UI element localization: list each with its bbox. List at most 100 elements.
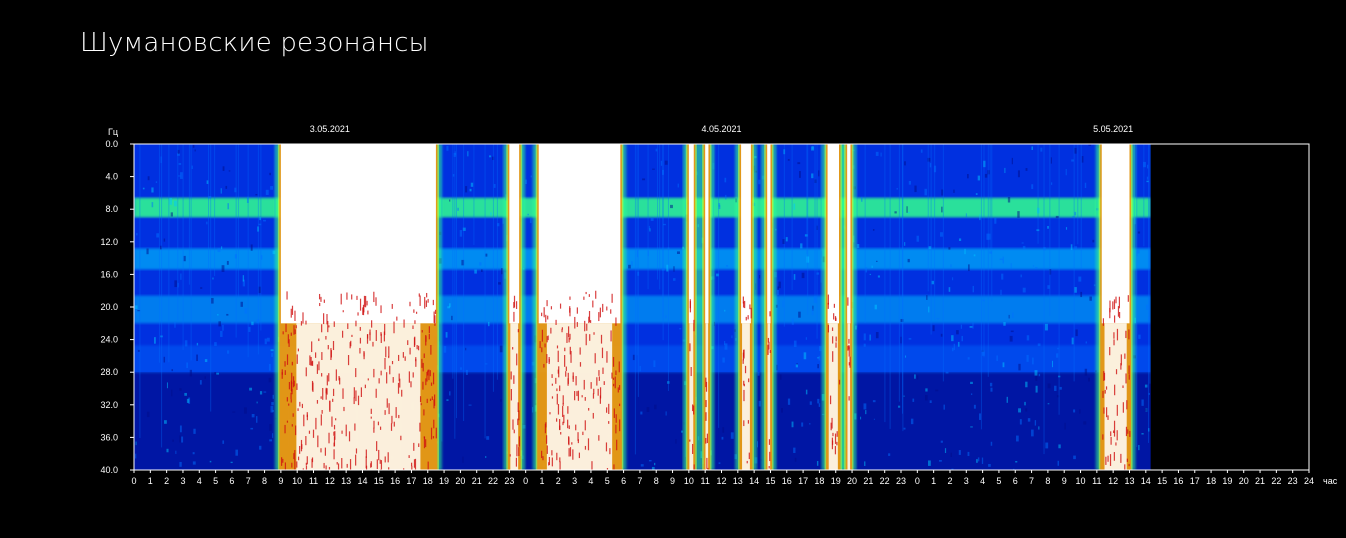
spectrum-speckle [1027,418,1031,422]
burst-speckle [302,312,304,324]
spectrum-speckle [1018,363,1021,371]
burst-speckle [565,371,567,377]
spectrum-speckle [968,264,970,272]
spectrum-speckle [1084,368,1088,376]
spectrum-streak [237,144,239,298]
spectrum-speckle [950,452,953,457]
burst-speckle [359,326,361,331]
spectrum-speckle [1040,147,1043,152]
burst-speckle [393,321,395,334]
burst-speckle [848,396,850,401]
burst-speckle [615,414,617,423]
burst-speckle [290,308,292,318]
burst-speckle [557,350,559,363]
spectrum-speckle [1064,422,1066,430]
burst-speckle [749,304,751,310]
burst-speckle [422,362,424,372]
spectrum-speckle [171,389,173,397]
burst-speckle [1113,299,1116,310]
spectrum-speckle [871,265,873,268]
burst-speckle [1107,415,1109,420]
burst-speckle [408,455,410,458]
burst-speckle [321,352,323,361]
date-label: 3.05.2021 [310,124,350,134]
spectrum-speckle [724,177,727,183]
spectrum-speckle [204,359,208,363]
burst-speckle [312,382,314,392]
x-tick-label: 2 [947,476,952,486]
burst-speckle [545,422,547,428]
burst-speckle [300,321,303,326]
burst-speckle [693,319,695,332]
spectrum-speckle [180,273,182,280]
burst-speckle [592,412,594,419]
burst-speckle [425,300,428,307]
burst-speckle [325,336,327,340]
x-tick-label: 9 [1062,476,1067,486]
spectrum-speckle [1051,360,1054,368]
spectrum-speckle [218,321,221,327]
burst-speckle [320,448,322,453]
spectrum-speckle [803,352,807,360]
spectrum-speckle [1081,156,1084,163]
burst-speckle [321,409,323,414]
spectrum-speckle [169,197,172,205]
spectrum-speckle [268,377,272,383]
burst-speckle [419,396,422,403]
spectrum-speckle [226,260,229,265]
burst-speckle [367,378,369,381]
burst-speckle [590,382,592,389]
burst-speckle [579,347,581,355]
burst-speckle [599,307,601,318]
spectrum-speckle [192,144,195,148]
burst-speckle [606,306,608,311]
burst-speckle [744,300,746,309]
burst-speckle [1125,373,1127,384]
spectrum-speckle [251,413,255,418]
burst-core-lower [705,323,709,470]
burst-speckle [319,302,321,307]
burst-speckle [574,391,576,401]
x-tick-label: 21 [1255,476,1265,486]
spectrum-speckle [222,324,224,331]
spectrum-speckle [952,277,954,281]
spectrum-speckle [1009,335,1013,342]
spectrum-speckle [676,251,680,254]
burst-speckle [705,437,707,444]
burst-speckle [605,442,608,452]
burst-speckle [371,320,373,328]
burst-speckle [1122,385,1124,388]
spectrum-speckle [900,336,902,344]
burst-speckle [380,333,382,343]
burst-speckle [608,421,610,424]
spectrum-speckle [724,343,728,350]
burst-speckle [392,377,394,383]
spectrum-speckle [948,247,951,250]
spectrum-streak [864,144,866,324]
spectrum-speckle [136,233,138,236]
burst-speckle [423,436,426,449]
burst-speckle [618,403,621,407]
burst-speckle [391,415,393,424]
x-tick-label: 18 [814,476,824,486]
burst-speckle [588,316,590,324]
burst-speckle [589,320,592,323]
spectrum-speckle [873,418,875,420]
spectrum-speckle [640,464,644,467]
burst-speckle [367,310,369,315]
spectrum-speckle [975,193,978,195]
burst-speckle [284,370,286,375]
burst-speckle [616,439,618,451]
spectrum-speckle [863,343,866,347]
burst-speckle [550,306,553,310]
burst-speckle [516,444,518,457]
burst-speckle [596,377,598,386]
spectrum-speckle [869,273,871,276]
x-tick-label: 10 [292,476,302,486]
spectrum-speckle [211,297,214,304]
spectrum-speckle [938,460,942,462]
burst-speckle [546,354,548,364]
spectrum-speckle [888,453,891,456]
x-tick-label: 20 [847,476,857,486]
burst-speckle [593,332,595,335]
